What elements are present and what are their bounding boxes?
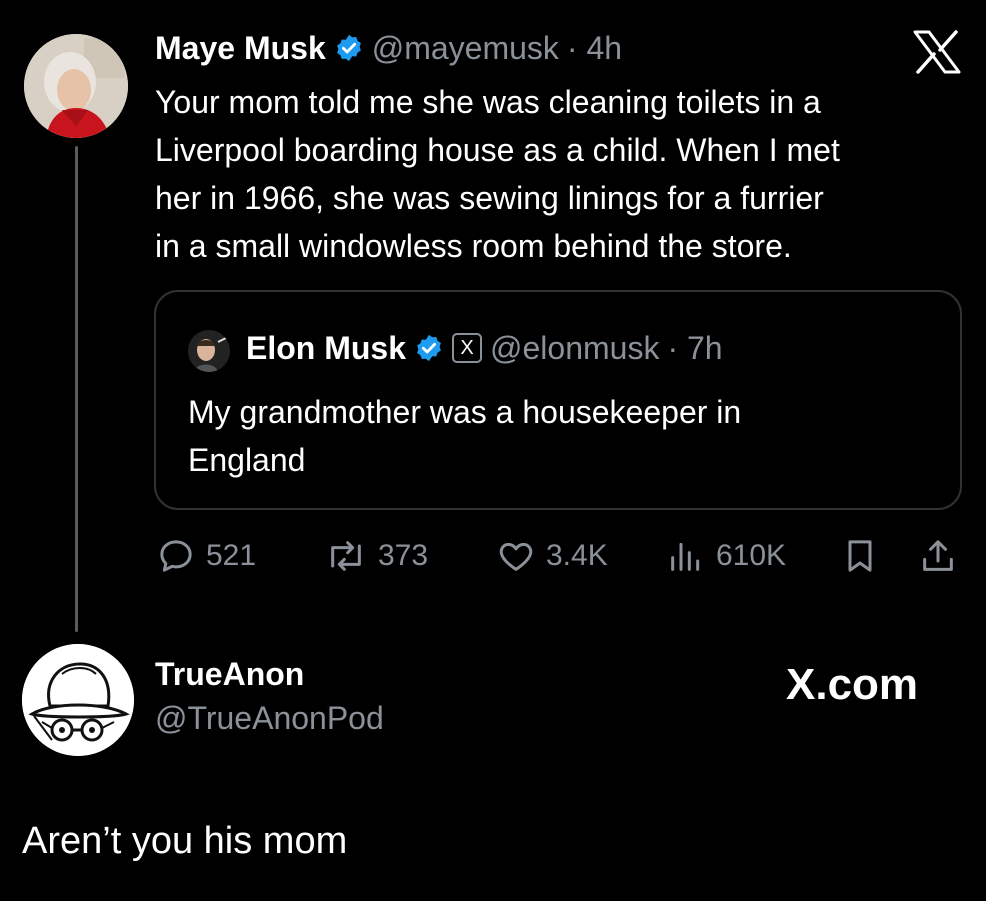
like-count: 3.4K [546,539,608,572]
heart-icon [499,542,533,571]
avatar-illustration [22,644,134,756]
tweet-actions: 521 373 3.4K 610K [156,530,966,582]
repost-button[interactable]: 373 [324,530,428,582]
view-count: 610K [716,539,787,572]
quoted-tweet-text: My grandmother was a housekeeper in Engl… [188,388,928,484]
repost-count: 373 [378,539,429,572]
quoted-tweet-line: England [188,442,306,478]
reply-icon [160,540,192,572]
quoted-tweet-line: My grandmother was a housekeeper in [188,394,742,430]
tweet-line: Your mom told me she was cleaning toilet… [155,84,821,120]
reply-author-name[interactable]: TrueAnon [155,656,304,693]
tweet-header: Maye Musk @mayemusk · 4h [155,28,622,68]
reply-count: 521 [206,539,257,572]
tweet-time[interactable]: · 4h [567,30,622,67]
x-logo-icon[interactable] [912,30,962,74]
quoted-author-name[interactable]: Elon Musk [246,330,406,367]
avatar-photo [188,330,230,372]
quoted-tweet-time[interactable]: · 7h [667,330,722,367]
tweet-text: Your mom told me she was cleaning toilet… [155,78,965,270]
quoted-tweet-header: Elon Musk X @elonmusk · 7h [246,327,723,369]
thread-line [75,146,78,632]
quoted-author-handle[interactable]: @elonmusk [490,330,659,367]
x-affiliation-badge: X [452,333,483,363]
trueanon-avatar[interactable] [22,644,134,756]
views-button[interactable]: 610K [666,530,786,582]
reply-text: Aren’t you his mom [22,820,348,862]
bookmark-icon [848,540,872,572]
x-badge-text: X [460,336,474,359]
elon-musk-avatar[interactable] [188,330,230,372]
reply-button[interactable]: 521 [156,530,256,582]
author-handle[interactable]: @mayemusk [372,30,559,67]
avatar-photo [24,34,128,138]
share-button[interactable] [918,530,958,582]
bookmark-button[interactable] [840,530,880,582]
x-com-watermark: X.com [786,660,919,709]
tweet-line: Liverpool boarding house as a child. Whe… [155,132,840,168]
share-icon [923,540,953,571]
tweet-line: her in 1966, she was sewing linings for … [155,180,824,216]
repost-icon [331,541,361,571]
tweet-line: in a small windowless room behind the st… [155,228,792,264]
like-button[interactable]: 3.4K [496,530,608,582]
author-name[interactable]: Maye Musk [155,30,326,67]
maye-musk-avatar[interactable] [24,34,128,138]
views-icon [671,542,700,571]
reply-author-handle[interactable]: @TrueAnonPod [155,700,384,737]
verified-badge-icon [417,334,441,362]
verified-badge-icon [336,34,361,62]
